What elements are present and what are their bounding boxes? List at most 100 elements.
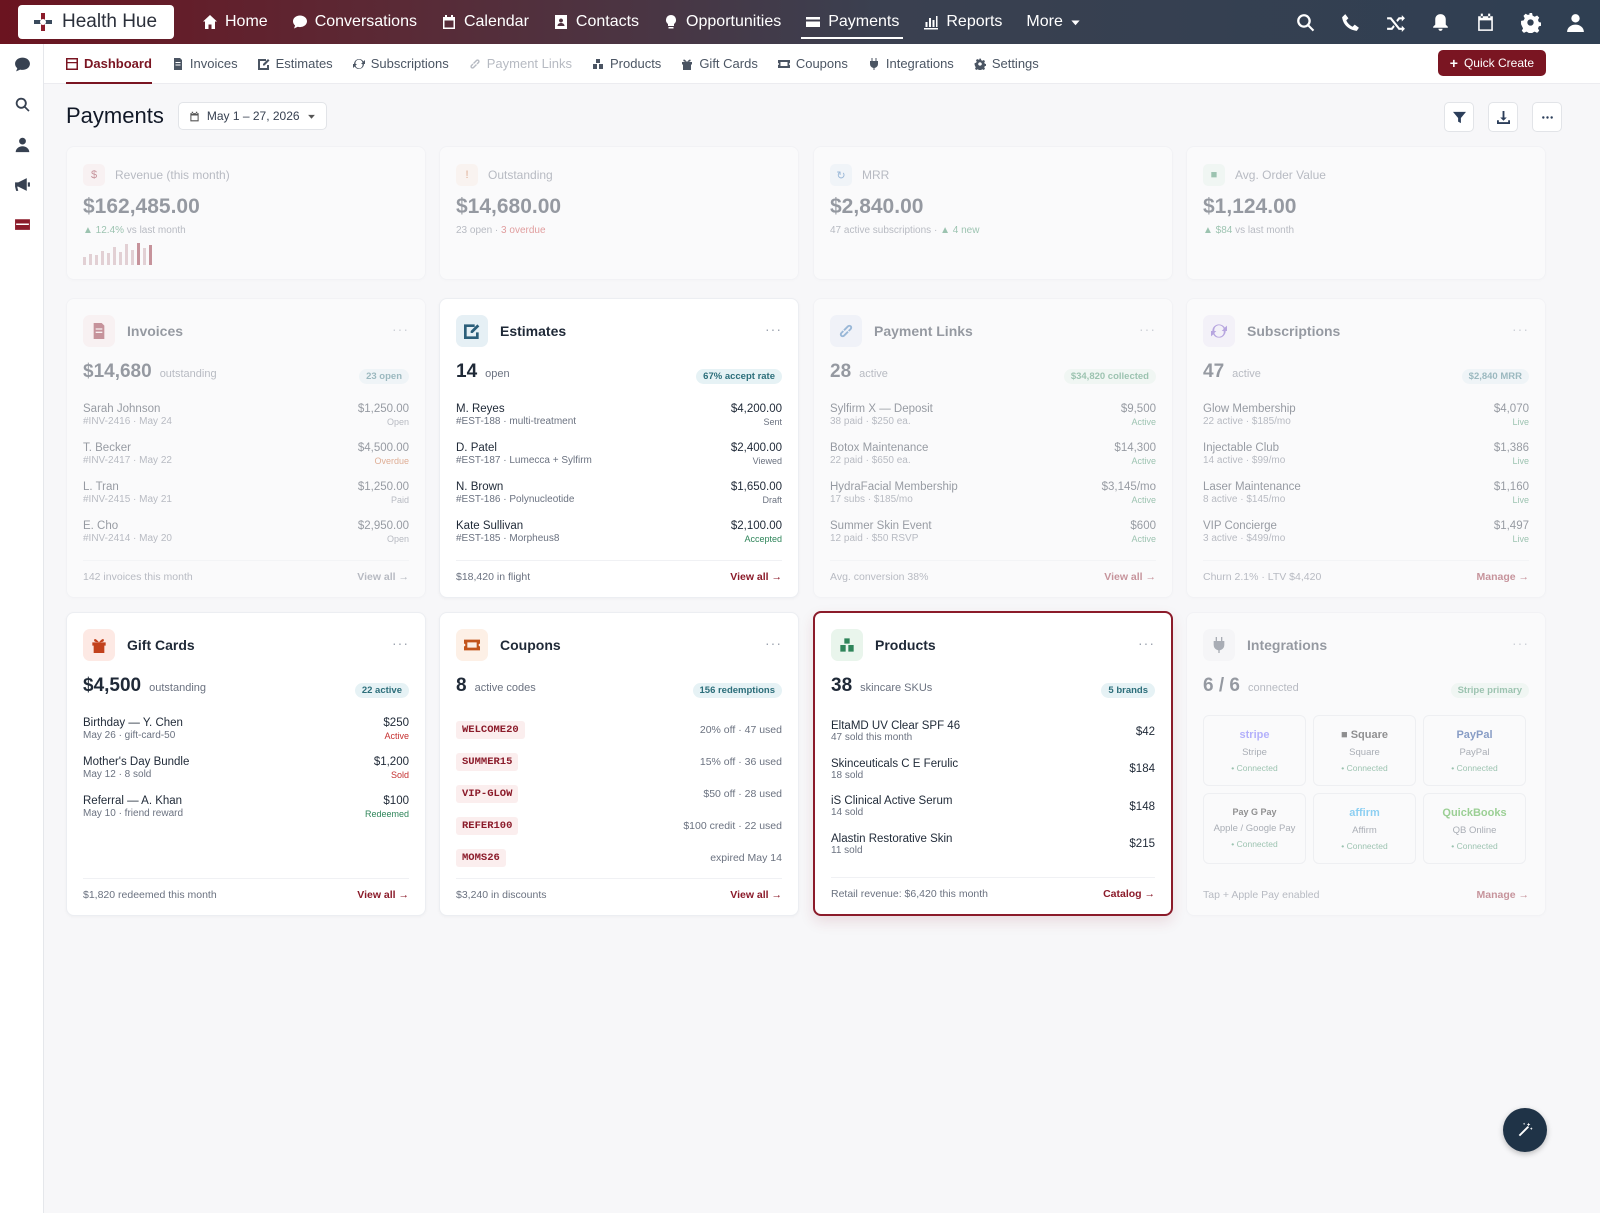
date-range-picker[interactable]: May 1 – 27, 2026 [177,102,327,130]
card-menu-icon[interactable]: ··· [1139,321,1156,337]
list-item[interactable]: T. Becker #INV-2417 · May 22 $4,500.00 Over… [83,442,409,481]
card-menu-icon[interactable]: ··· [392,321,409,337]
list-item[interactable]: L. Tran #INV-2415 · May 21 $1,250.00 Paid [83,481,409,520]
list-item[interactable]: iS Clinical Active Serum 14 sold $148 [831,788,1155,826]
integrations-card[interactable]: Integrations ··· 6 / 6 connected Stripe p… [1186,612,1546,916]
view-all-link[interactable]: View all → [1104,571,1156,583]
nav-contacts[interactable]: Contacts [541,0,651,44]
integration-tile-affirm[interactable]: affirm Affirm • Connected [1313,793,1416,864]
more-options-button[interactable] [1532,102,1562,132]
tab-dashboard[interactable]: Dashboard [66,44,152,84]
card-menu-icon[interactable]: ··· [392,635,409,651]
card-menu-icon[interactable]: ··· [1512,321,1529,337]
integration-tile-paypal[interactable]: PayPal PayPal • Connected [1423,715,1526,786]
integration-tile-apple-google-pay[interactable]: Pay G Pay Apple / Google Pay • Connected [1203,793,1306,864]
quick-create-button[interactable]: + Quick Create [1437,50,1546,76]
integration-tile-square[interactable]: ■ Square Square • Connected [1313,715,1416,786]
invoices-card[interactable]: Invoices ··· $14,680 outstanding 23 open … [66,298,426,598]
manage-link[interactable]: Manage → [1476,889,1529,901]
catalog-link[interactable]: Catalog → [1103,888,1155,900]
list-item[interactable]: Referral — A. Khan May 10 · friend reward… [83,795,409,834]
list-item[interactable]: D. Patel #EST-187 · Lumecca + Sylfirm $2,4… [456,442,782,481]
app-logo[interactable]: Health Hue [18,5,174,39]
tab-subscriptions[interactable]: Subscriptions [352,44,449,84]
list-item[interactable]: WELCOME20 20% off · 47 used [456,714,782,746]
nav-payments[interactable]: Payments [793,0,911,44]
user-icon[interactable] [1565,12,1586,33]
download-button[interactable] [1488,102,1518,132]
list-item[interactable]: Glow Membership 22 active · $185/mo $4,070… [1203,403,1529,442]
filter-button[interactable] [1444,102,1474,132]
list-item[interactable]: REFER100 $100 credit · 22 used [456,810,782,842]
list-item[interactable]: Kate Sullivan #EST-185 · Morpheus8 $2,100.… [456,520,782,559]
row-amount: $250 [383,717,409,729]
card-menu-icon[interactable]: ··· [765,321,782,337]
kpi-card-revenue[interactable]: $ Revenue (this month) $162,485.00 ▲ 12.… [66,146,426,280]
view-all-link[interactable]: View all → [730,889,782,901]
sidebar-item-search[interactable] [0,84,44,124]
nav-calendar[interactable]: Calendar [429,0,541,44]
sidebar-item-marketing[interactable] [0,164,44,204]
card-menu-icon[interactable]: ··· [1512,635,1529,651]
list-item[interactable]: Botox Maintenance 22 paid · $650 ea. $14,3… [830,442,1156,481]
card-menu-icon[interactable]: ··· [1138,635,1155,651]
list-item[interactable]: Sylfirm X — Deposit 38 paid · $250 ea. $9,… [830,403,1156,442]
list-item[interactable]: SUMMER15 15% off · 36 used [456,746,782,778]
integration-tile-stripe[interactable]: stripe Stripe • Connected [1203,715,1306,786]
nav-opportunities[interactable]: Opportunities [651,0,793,44]
magic-wand-button[interactable] [1503,1108,1547,1152]
list-item[interactable]: Sarah Johnson #INV-2416 · May 24 $1,250.00… [83,403,409,442]
kpi-card-avg-order[interactable]: ■ Avg. Order Value $1,124.00 ▲ $84 vs la… [1186,146,1546,280]
estimates-card[interactable]: Estimates ··· 14 open 67% accept rate M. … [439,298,799,598]
sidebar-item-payments[interactable] [0,204,44,244]
sidebar-item-contacts[interactable] [0,124,44,164]
list-item[interactable]: HydraFacial Membership 17 subs · $185/mo $… [830,481,1156,520]
list-item[interactable]: Injectable Club 14 active · $99/mo $1,386 L… [1203,442,1529,481]
kpi-card-outstanding[interactable]: ! Outstanding $14,680.00 23 open · 3 ove… [439,146,799,280]
payment-links-card[interactable]: Payment Links ··· 28 active $34,820 colle… [813,298,1173,598]
gift-cards-card[interactable]: Gift Cards ··· $4,500 outstanding 22 acti… [66,612,426,916]
nav-home[interactable]: Home [190,0,280,44]
kpi-card-mrr[interactable]: ↻ MRR $2,840.00 47 active subscriptions … [813,146,1173,280]
list-item[interactable]: M. Reyes #EST-188 · multi-treatment $4,200… [456,403,782,442]
list-item[interactable]: Laser Maintenance 8 active · $145/mo $1,16… [1203,481,1529,520]
tab-products[interactable]: Products [592,44,661,84]
list-item[interactable]: VIP-GLOW $50 off · 28 used [456,778,782,810]
phone-icon[interactable] [1340,12,1361,33]
list-item[interactable]: Birthday — Y. Chen May 26 · gift-card-50 $… [83,717,409,756]
bell-icon[interactable] [1430,12,1451,33]
tab-estimates[interactable]: Estimates [257,44,333,84]
search-icon[interactable] [1295,12,1316,33]
sidebar-item-conversations[interactable] [0,44,44,84]
card-menu-icon[interactable]: ··· [765,635,782,651]
tab-gift-cards[interactable]: Gift Cards [681,44,758,84]
view-all-link[interactable]: View all → [730,571,782,583]
shuffle-icon[interactable] [1385,12,1406,33]
tab-settings[interactable]: Settings [974,44,1039,84]
calendar-icon[interactable] [1475,12,1496,33]
list-item[interactable]: MOMS26 expired May 14 [456,842,782,874]
list-item[interactable]: N. Brown #EST-186 · Polynucleotide $1,650.… [456,481,782,520]
list-item[interactable]: E. Cho #INV-2414 · May 20 $2,950.00 Open [83,520,409,559]
manage-link[interactable]: Manage → [1476,571,1529,583]
tab-coupons[interactable]: Coupons [777,44,848,84]
tab-payment-links[interactable]: Payment Links [469,44,572,84]
products-card[interactable]: Products ··· 38 skincare SKUs 5 brands El… [813,611,1173,916]
list-item[interactable]: Mother's Day Bundle May 12 · 8 sold $1,200… [83,756,409,795]
list-item[interactable]: Skinceuticals C E Ferulic 18 sold $184 [831,751,1155,789]
list-item[interactable]: EltaMD UV Clear SPF 46 47 sold this month… [831,713,1155,751]
integration-tile-quickbooks[interactable]: QuickBooks QB Online • Connected [1423,793,1526,864]
coupons-card[interactable]: Coupons ··· 8 active codes 156 redemption… [439,612,799,916]
subscriptions-card[interactable]: Subscriptions ··· 47 active $2,840 MRR Gl… [1186,298,1546,598]
gear-icon[interactable] [1520,12,1541,33]
list-item[interactable]: Summer Skin Event 12 paid · $50 RSVP $600 A… [830,520,1156,559]
list-item[interactable]: Alastin Restorative Skin 11 sold $215 [831,826,1155,864]
nav-more[interactable]: More [1014,0,1092,44]
view-all-link[interactable]: View all → [357,889,409,901]
tab-integrations[interactable]: Integrations [868,44,954,84]
nav-conversations[interactable]: Conversations [280,0,429,44]
list-item[interactable]: VIP Concierge 3 active · $499/mo $1,497 Liv… [1203,520,1529,559]
nav-reports[interactable]: Reports [911,0,1014,44]
tab-invoices[interactable]: Invoices [172,44,238,84]
view-all-link[interactable]: View all → [357,571,409,583]
